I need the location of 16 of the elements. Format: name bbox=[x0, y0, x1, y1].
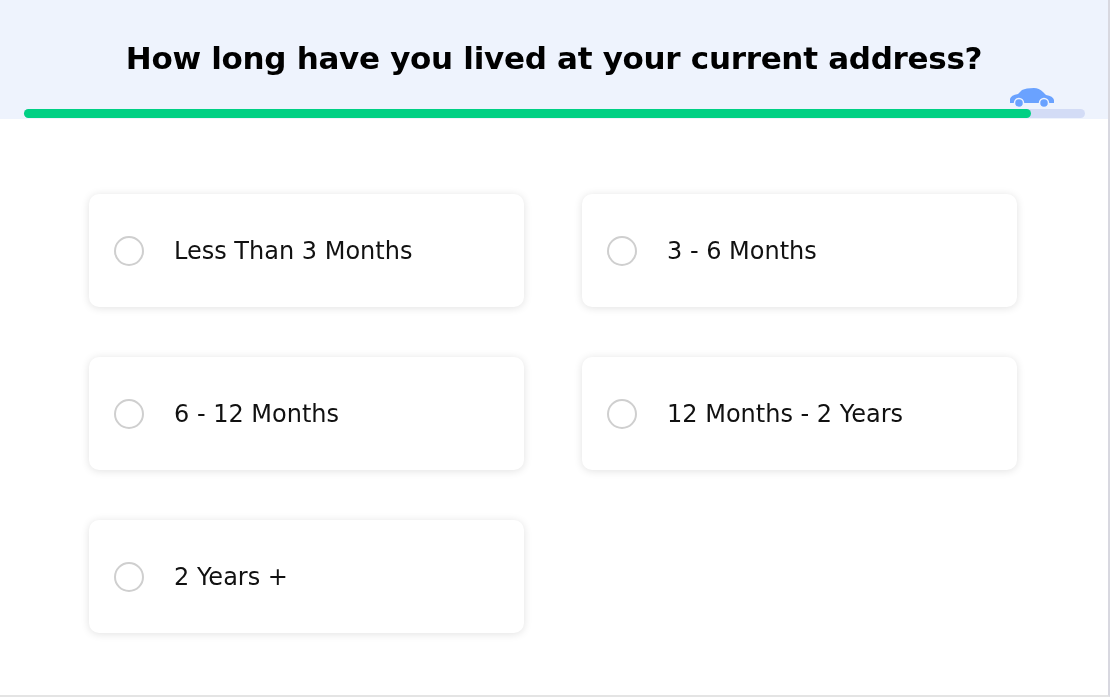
radio-button[interactable] bbox=[607, 398, 637, 429]
option-card[interactable]: 3 - 6 Months bbox=[582, 194, 1017, 307]
option-card[interactable]: 6 - 12 Months bbox=[89, 357, 524, 470]
radio-button[interactable] bbox=[114, 561, 144, 592]
option-card[interactable]: Less Than 3 Months bbox=[89, 194, 524, 307]
option-label: 6 - 12 Months bbox=[174, 399, 340, 428]
option-card[interactable]: 12 Months - 2 Years bbox=[582, 357, 1017, 470]
option-label: Less Than 3 Months bbox=[174, 236, 413, 265]
question-title: How long have you lived at your current address? bbox=[125, 40, 983, 76]
option-label: 2 Years + bbox=[174, 562, 288, 591]
option-label: 3 - 6 Months bbox=[667, 236, 817, 265]
radio-button[interactable] bbox=[114, 235, 144, 266]
option-label: 12 Months - 2 Years bbox=[667, 399, 904, 428]
option-card[interactable]: 2 Years + bbox=[89, 520, 524, 633]
radio-button[interactable] bbox=[114, 398, 144, 429]
radio-button[interactable] bbox=[607, 235, 637, 266]
